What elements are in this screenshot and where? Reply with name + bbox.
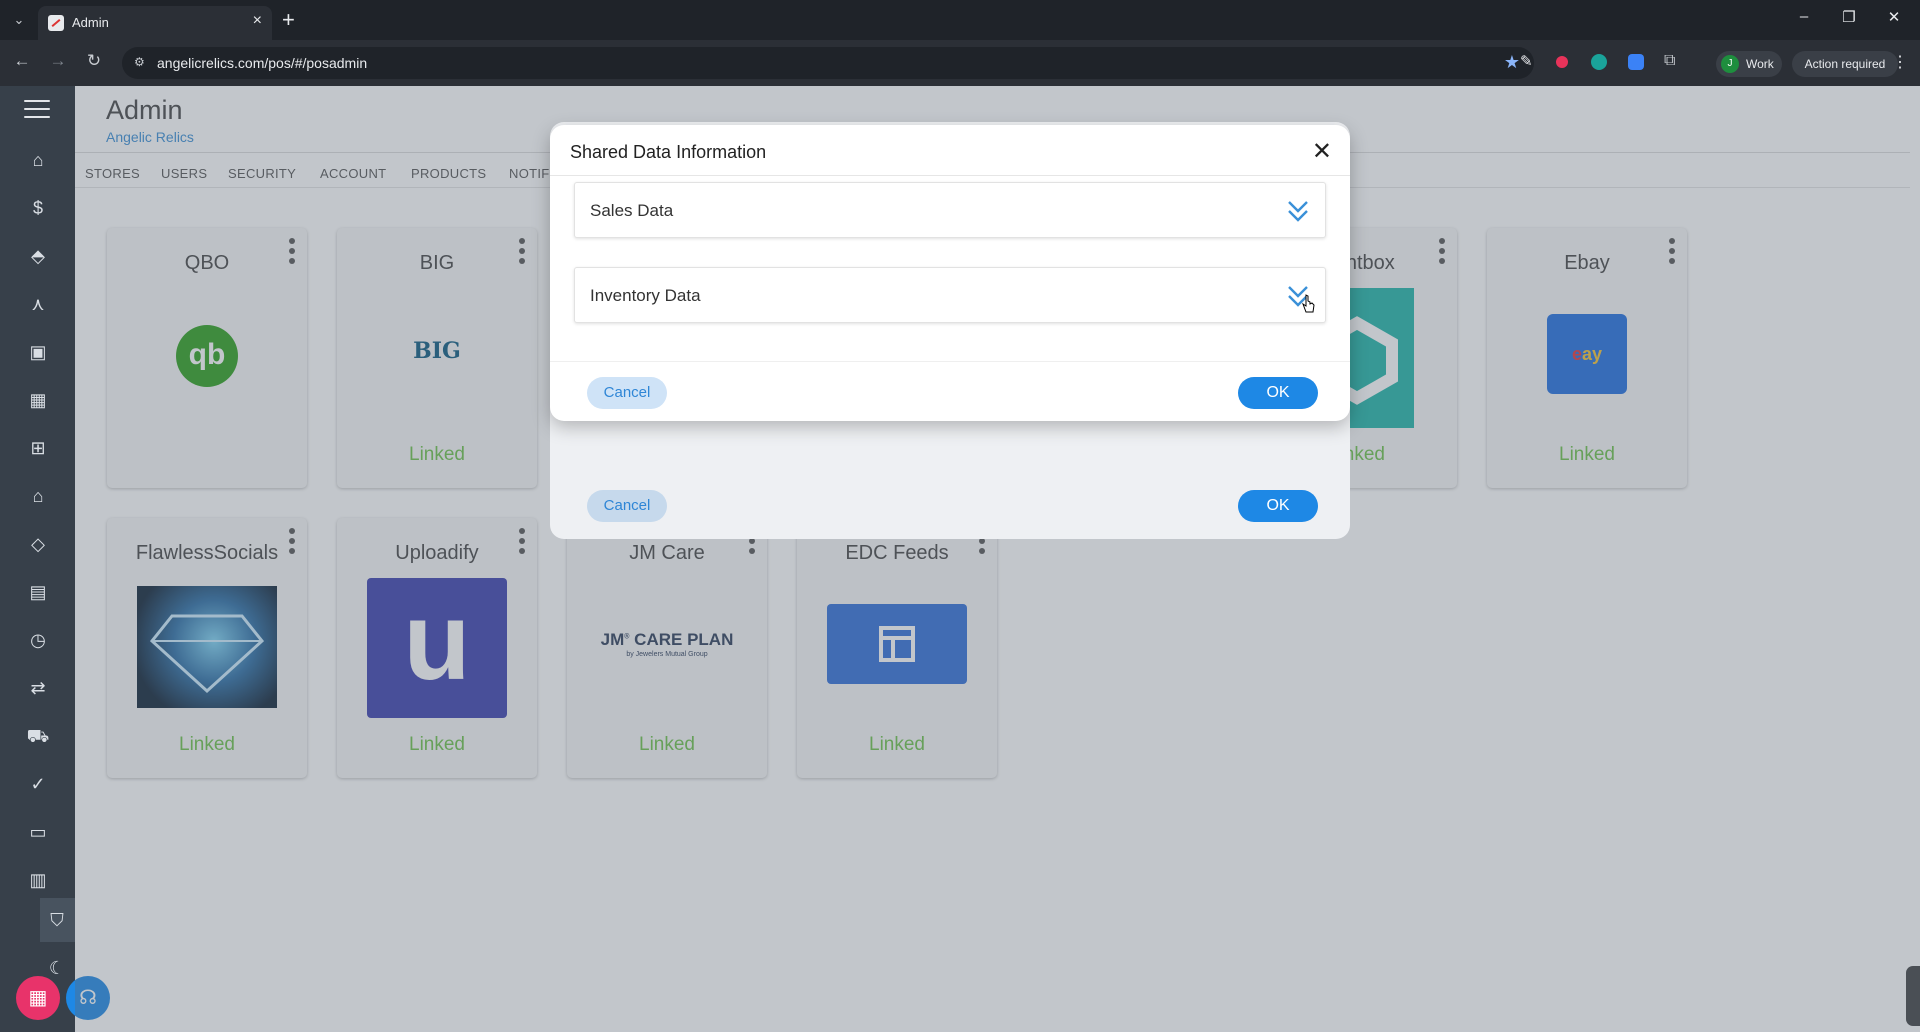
profile-name: Work xyxy=(1746,57,1774,71)
favicon-icon xyxy=(48,15,64,31)
network-icon[interactable]: ⋏ xyxy=(25,292,51,316)
extensions-puzzle-icon[interactable]: ⧉ xyxy=(1664,52,1682,70)
browser-menu-icon[interactable]: ⋮ xyxy=(1892,52,1908,72)
check-circle-icon[interactable]: ✓ xyxy=(25,772,51,796)
credit-card-icon[interactable]: ▭ xyxy=(25,820,51,844)
site-info-icon[interactable]: ⚙ xyxy=(134,55,150,71)
profile-chip[interactable]: J Work xyxy=(1716,51,1782,77)
moon-icon[interactable]: ☾ xyxy=(44,956,70,980)
shared-data-dialog: Shared Data Information ✕ Sales Data Inv… xyxy=(550,125,1350,421)
bookmark-star-icon[interactable]: ★ xyxy=(1504,52,1520,73)
window-close-icon[interactable]: ✕ xyxy=(1879,8,1909,26)
back-ok-button[interactable]: OK xyxy=(1238,490,1318,522)
close-icon[interactable]: ✕ xyxy=(1312,137,1332,166)
clock-icon[interactable]: ◷ xyxy=(25,628,51,652)
register-icon[interactable]: ▣ xyxy=(25,340,51,364)
new-tab-icon[interactable]: + xyxy=(282,7,295,33)
hamburger-menu-icon[interactable] xyxy=(24,100,50,124)
sidebar: ⌂ $ ⬘ ⋏ ▣ ▦ ⊞ ⌂ ◇ ▤ ◷ ⇄ ⛟ ✓ ▭ ▥ ⛉ ☾ ▦ ☊ xyxy=(0,86,110,1032)
calendar-icon[interactable]: ▤ xyxy=(25,580,51,604)
tab-title: Admin xyxy=(72,15,109,30)
ai-extension-icon[interactable] xyxy=(1591,54,1607,70)
accordion-inventory-data[interactable]: Inventory Data xyxy=(574,267,1326,323)
browser-tab-bar: ⌄ Admin × + – ❐ ✕ xyxy=(0,0,1920,40)
browser-tab[interactable]: Admin × xyxy=(38,6,272,40)
forward-icon[interactable]: → xyxy=(46,51,70,71)
tag-icon[interactable]: ⬘ xyxy=(25,244,51,268)
cancel-button[interactable]: Cancel xyxy=(587,377,667,409)
app-area: ⌂ $ ⬘ ⋏ ▣ ▦ ⊞ ⌂ ◇ ▤ ◷ ⇄ ⛟ ✓ ▭ ▥ ⛉ ☾ ▦ ☊ … xyxy=(0,86,1920,1032)
store-icon[interactable]: ⌂ xyxy=(25,484,51,508)
admin-shield-icon[interactable]: ⛉ xyxy=(44,908,70,932)
minimize-icon[interactable]: – xyxy=(1789,8,1819,25)
close-tab-icon[interactable]: × xyxy=(253,12,262,30)
pen-extension-icon[interactable]: ✎ xyxy=(1520,52,1538,70)
dialog-title: Shared Data Information xyxy=(570,142,767,162)
back-icon[interactable]: ← xyxy=(10,51,34,71)
ring-icon[interactable]: ◇ xyxy=(25,532,51,556)
home-icon[interactable]: ⌂ xyxy=(25,148,51,172)
reload-icon[interactable]: ↻ xyxy=(82,51,106,71)
hierarchy-icon[interactable]: ⊞ xyxy=(25,436,51,460)
address-bar[interactable]: ⚙ angelicrelics.com/pos/#/posadmin ★ xyxy=(122,47,1534,79)
ok-button[interactable]: OK xyxy=(1238,377,1318,409)
building-icon[interactable]: ▦ xyxy=(25,388,51,412)
briefcase-icon[interactable]: ▥ xyxy=(25,868,51,892)
accordion-label: Sales Data xyxy=(590,201,674,220)
url-text: angelicrelics.com/pos/#/posadmin xyxy=(157,55,368,71)
settings-extension-icon[interactable] xyxy=(1628,54,1644,70)
accordion-sales-data[interactable]: Sales Data xyxy=(574,182,1326,238)
tab-search-icon[interactable]: ⌄ xyxy=(8,9,30,31)
action-required-chip[interactable]: Action required xyxy=(1792,51,1898,77)
double-chevron-down-icon[interactable] xyxy=(1287,199,1309,223)
mouse-cursor-icon xyxy=(1302,294,1315,313)
truck-icon[interactable]: ⛟ xyxy=(25,724,51,748)
profile-avatar: J xyxy=(1721,55,1739,73)
apps-grid-icon[interactable]: ▦ xyxy=(16,976,60,1020)
scrollbar-thumb[interactable] xyxy=(1906,966,1920,1026)
record-extension-icon[interactable] xyxy=(1556,56,1568,68)
dialog-footer-divider xyxy=(550,361,1350,362)
back-cancel-button[interactable]: Cancel xyxy=(587,490,667,522)
dialog-divider xyxy=(550,175,1350,176)
restore-icon[interactable]: ❐ xyxy=(1834,8,1864,26)
dollar-icon[interactable]: $ xyxy=(25,196,51,220)
transfer-icon[interactable]: ⇄ xyxy=(25,676,51,700)
accordion-label: Inventory Data xyxy=(590,286,701,305)
